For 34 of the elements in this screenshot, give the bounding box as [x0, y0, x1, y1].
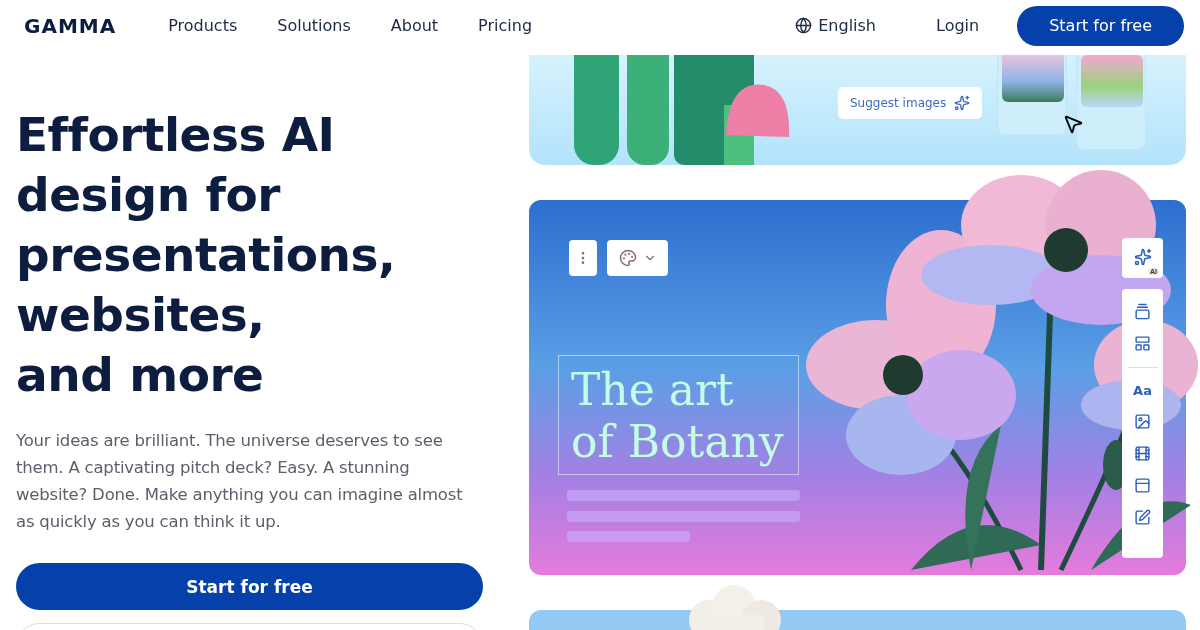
image-thumbnail — [1081, 55, 1143, 107]
logo[interactable]: GAMMA — [24, 13, 117, 38]
text-tool[interactable]: Aa — [1133, 383, 1152, 398]
layout-icon — [1134, 335, 1151, 352]
embed-tool[interactable] — [1134, 477, 1151, 494]
palette-icon — [618, 249, 637, 267]
globe-icon — [795, 17, 813, 34]
edit-tool[interactable] — [1134, 509, 1151, 526]
start-button[interactable]: Start for free — [1017, 5, 1184, 46]
suggest-images-button[interactable]: Suggest images — [838, 87, 983, 119]
layout-tool[interactable] — [1134, 335, 1151, 352]
nav-link[interactable]: Products — [168, 16, 238, 35]
sparkle-icon — [1133, 247, 1152, 266]
panel-icon — [1134, 477, 1151, 494]
cards-icon — [1134, 303, 1151, 320]
edit-icon — [1134, 509, 1151, 526]
film-icon — [1134, 445, 1151, 462]
headline: Effortless AI design for presentations, websites, and more — [16, 106, 397, 404]
cursor-icon — [1062, 113, 1084, 135]
nav-link[interactable]: Pricing — [478, 16, 533, 35]
language-selector[interactable]: English — [795, 16, 876, 35]
intro-text: Your ideas are brilliant. The universe deserves to see them. A captivating pitch deck? Easy. A stunning website? Done. Make anything you can imagine almost as quickly as you can think it up. — [16, 430, 464, 533]
start-button[interactable]: Start for free — [16, 563, 483, 610]
slide-title: The art of Botany — [571, 364, 785, 468]
sparkle-icon — [954, 95, 971, 111]
theme-button[interactable] — [607, 240, 668, 276]
login-link[interactable]: Login — [936, 16, 980, 35]
nav-link[interactable]: Solutions — [277, 16, 351, 35]
video-tool[interactable] — [1134, 445, 1151, 462]
cards-tool[interactable] — [1134, 303, 1151, 320]
image-icon — [1134, 413, 1151, 430]
nav-link[interactable]: About — [390, 16, 439, 35]
image-tool[interactable] — [1134, 413, 1151, 430]
image-thumbnail — [1002, 55, 1064, 102]
